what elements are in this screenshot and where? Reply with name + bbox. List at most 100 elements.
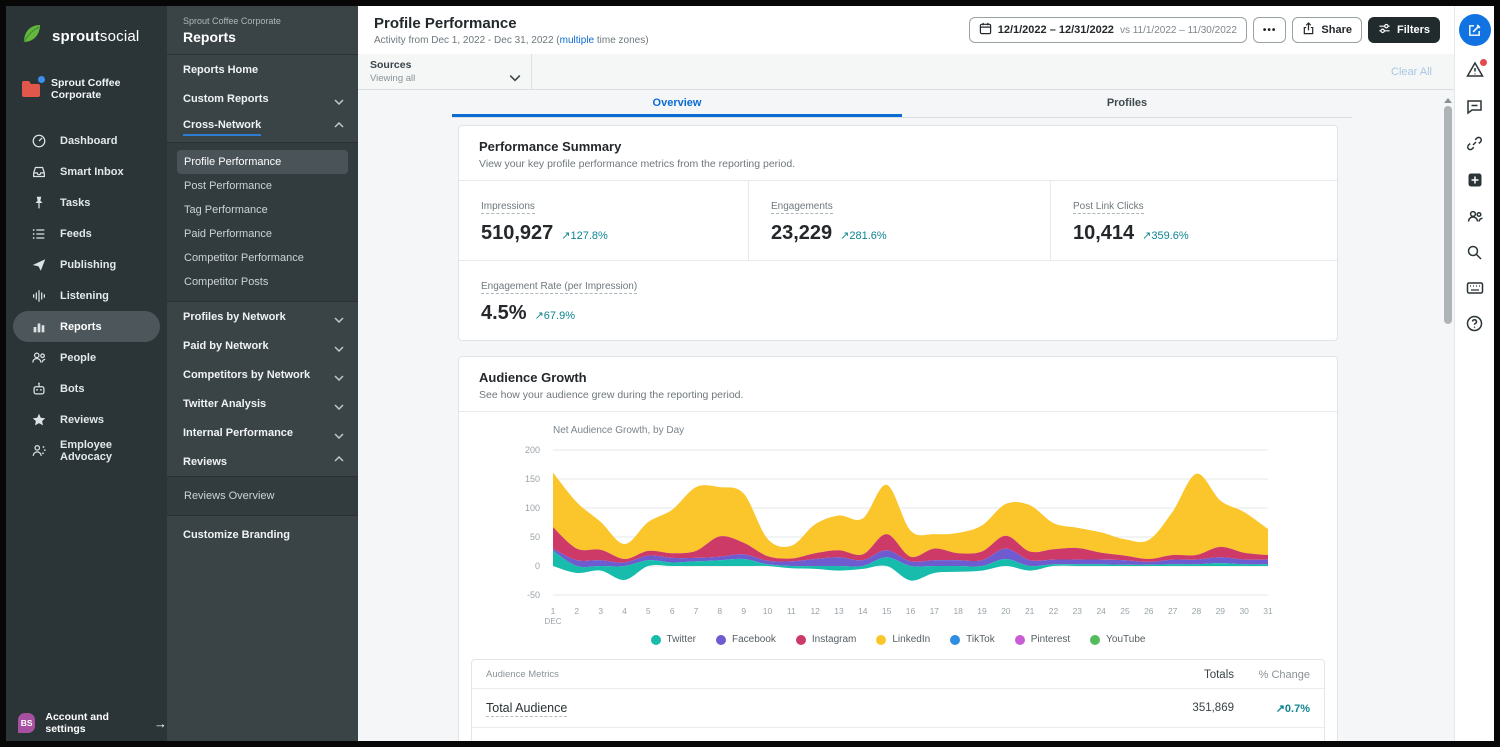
paper-plane-icon xyxy=(31,257,47,273)
nav-paid-performance[interactable]: Paid Performance xyxy=(177,222,348,246)
sidebar-item-bots[interactable]: Bots xyxy=(13,373,160,404)
nav-tag-performance[interactable]: Tag Performance xyxy=(177,198,348,222)
sidebar-item-tasks[interactable]: Tasks xyxy=(13,187,160,218)
sidebar-item-people[interactable]: People xyxy=(13,342,160,373)
share-button[interactable]: Share xyxy=(1292,17,1362,43)
svg-text:31: 31 xyxy=(1263,606,1273,616)
multiple-timezones-link[interactable]: multiple xyxy=(560,35,594,46)
compose-button[interactable] xyxy=(1459,14,1491,46)
sidebar-item-employee-advocacy[interactable]: Employee Advocacy xyxy=(13,435,160,466)
metric-label[interactable]: Engagements xyxy=(771,201,833,214)
account-and-settings[interactable]: BS Account and settings → xyxy=(18,711,167,735)
legend-label: LinkedIn xyxy=(892,634,930,645)
tab-overview[interactable]: Overview xyxy=(452,90,902,117)
sidebar-item-reports[interactable]: Reports xyxy=(13,311,160,342)
nav-competitors-by-network[interactable]: Competitors by Network xyxy=(167,360,358,389)
svg-text:17: 17 xyxy=(930,606,940,616)
legend-item-facebook[interactable]: Facebook xyxy=(716,634,776,645)
sources-dropdown[interactable]: Sources Viewing all xyxy=(358,54,532,89)
nav-reports-home[interactable]: Reports Home xyxy=(167,55,358,84)
quick-add-button[interactable] xyxy=(1467,172,1483,193)
filters-button[interactable]: Filters xyxy=(1368,17,1440,43)
help-button[interactable] xyxy=(1466,315,1483,337)
table-row-total-audience[interactable]: Total Audience 351,869 ↗0.7% xyxy=(472,688,1324,727)
table-row-total-net-audience-growth[interactable]: Total Net Audience Growth 2,394 ↗12.4% xyxy=(472,727,1324,741)
legend-item-tiktok[interactable]: TikTok xyxy=(950,634,995,645)
legend-dot xyxy=(1090,635,1100,645)
svg-text:200: 200 xyxy=(525,445,540,455)
metric-post-link-clicks: Post Link Clicks 10,414↗359.6% xyxy=(1051,181,1337,260)
audience-growth-title: Audience Growth xyxy=(479,370,1317,385)
sidebar-item-dashboard[interactable]: Dashboard xyxy=(13,125,160,156)
app-window: sproutsocial Sprout Coffee Corporate Das… xyxy=(0,0,1500,747)
svg-text:29: 29 xyxy=(1216,606,1226,616)
svg-text:19: 19 xyxy=(977,606,987,616)
legend-dot xyxy=(876,635,886,645)
performance-summary-subtitle: View your key profile performance metric… xyxy=(479,158,1317,170)
keyboard-shortcuts-button[interactable] xyxy=(1466,281,1484,300)
sidebar-item-reviews[interactable]: Reviews xyxy=(13,404,160,435)
alerts-button[interactable] xyxy=(1466,61,1484,83)
tab-profiles[interactable]: Profiles xyxy=(902,90,1352,117)
nav-twitter-analysis[interactable]: Twitter Analysis xyxy=(167,389,358,418)
sidebar-item-listening[interactable]: Listening xyxy=(13,280,160,311)
feedback-button[interactable] xyxy=(1466,98,1483,120)
nav-cross-network[interactable]: Cross-Network xyxy=(167,113,358,142)
legend-label: YouTube xyxy=(1106,634,1145,645)
content-scrollbar[interactable] xyxy=(1443,98,1453,741)
legend-item-pinterest[interactable]: Pinterest xyxy=(1015,634,1070,645)
search-button[interactable] xyxy=(1466,244,1483,266)
nav-internal-performance[interactable]: Internal Performance xyxy=(167,418,358,447)
nav-paid-by-network[interactable]: Paid by Network xyxy=(167,331,358,360)
chart-legend: Twitter Facebook Instagram LinkedIn TikTok Pi… xyxy=(459,634,1337,645)
legend-label: Pinterest xyxy=(1031,634,1070,645)
svg-text:1: 1 xyxy=(551,606,556,616)
copy-link-button[interactable] xyxy=(1466,135,1483,157)
legend-label: Twitter xyxy=(667,634,696,645)
svg-text:100: 100 xyxy=(525,503,540,513)
svg-text:15: 15 xyxy=(882,606,892,616)
clear-all-link[interactable]: Clear All xyxy=(1391,66,1432,78)
invite-people-button[interactable] xyxy=(1466,208,1484,229)
legend-item-linkedin[interactable]: LinkedIn xyxy=(876,634,930,645)
metric-label[interactable]: Impressions xyxy=(481,201,535,214)
header-actions: 12/1/2022 – 12/31/2022 vs 11/1/2022 – 11… xyxy=(969,17,1440,43)
nav-competitor-posts[interactable]: Competitor Posts xyxy=(177,270,348,294)
chevron-up-icon xyxy=(334,459,344,465)
sidebar-item-feeds[interactable]: Feeds xyxy=(13,218,160,249)
nav-customize-branding[interactable]: Customize Branding xyxy=(167,520,358,549)
date-range-button[interactable]: 12/1/2022 – 12/31/2022 vs 11/1/2022 – 11… xyxy=(969,17,1247,43)
nav-reviews-overview[interactable]: Reviews Overview xyxy=(177,484,348,508)
more-options-button[interactable]: ••• xyxy=(1253,17,1287,43)
svg-text:14: 14 xyxy=(858,606,868,616)
legend-item-twitter[interactable]: Twitter xyxy=(651,634,696,645)
scrollbar-thumb[interactable] xyxy=(1444,106,1452,324)
legend-item-instagram[interactable]: Instagram xyxy=(796,634,856,645)
audience-metrics-table: Audience Metrics Totals % Change Total A… xyxy=(471,659,1325,741)
metric-label[interactable]: Engagement Rate (per Impression) xyxy=(481,281,637,294)
sidebar-item-smart-inbox[interactable]: Smart Inbox xyxy=(13,156,160,187)
nav-competitor-performance[interactable]: Competitor Performance xyxy=(177,246,348,270)
reviews-panel: Reviews Overview xyxy=(167,476,358,516)
svg-text:0: 0 xyxy=(535,561,540,571)
chevron-up-icon xyxy=(334,125,344,131)
nav-custom-reports[interactable]: Custom Reports xyxy=(167,84,358,113)
user-avatar: BS xyxy=(18,713,35,733)
report-tabs: Overview Profiles xyxy=(452,90,1352,118)
nav-profile-performance[interactable]: Profile Performance xyxy=(177,150,348,174)
robot-icon xyxy=(31,381,47,397)
workspace-switcher[interactable]: Sprout Coffee Corporate xyxy=(6,51,167,101)
legend-item-youtube[interactable]: YouTube xyxy=(1090,634,1145,645)
metric-label[interactable]: Post Link Clicks xyxy=(1073,201,1144,214)
brand-logo[interactable]: sproutsocial xyxy=(6,6,167,51)
nav-profiles-by-network[interactable]: Profiles by Network xyxy=(167,302,358,331)
scroll-up-arrow[interactable] xyxy=(1444,98,1452,103)
arrow-right-icon: → xyxy=(154,716,167,731)
people-icon xyxy=(31,350,47,366)
nav-reviews-group[interactable]: Reviews xyxy=(167,447,358,476)
sidebar-item-publishing[interactable]: Publishing xyxy=(13,249,160,280)
nav-post-performance[interactable]: Post Performance xyxy=(177,174,348,198)
share-icon xyxy=(1302,22,1315,38)
primary-sidebar: sproutsocial Sprout Coffee Corporate Das… xyxy=(6,6,167,741)
reports-sidebar: Sprout Coffee Corporate Reports Reports … xyxy=(167,6,358,741)
